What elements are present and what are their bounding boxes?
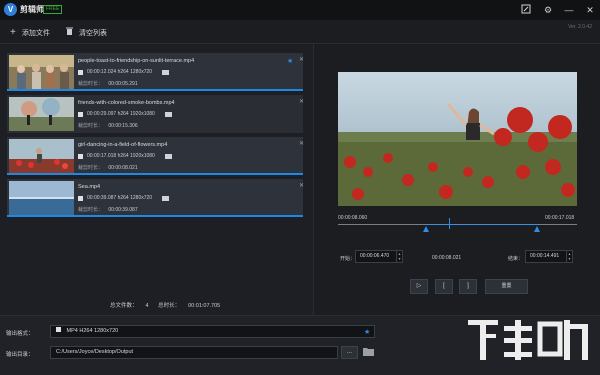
video-thumbnail bbox=[9, 139, 74, 173]
subtitle-icon[interactable] bbox=[164, 111, 172, 117]
timeline-end-time: 00:00:17.018 bbox=[545, 215, 575, 221]
clear-list-button[interactable]: 清空列表 bbox=[66, 27, 107, 38]
file-list-item[interactable]: friends-with-colored-smoke-bombs.mp4 00:… bbox=[7, 95, 304, 133]
mark-in-button[interactable]: [ bbox=[435, 279, 453, 294]
file-count-label: 总文件数： bbox=[110, 303, 138, 309]
end-time-value: 00:00:14.491 bbox=[530, 253, 560, 259]
trim-duration-label: 裁剪时长： bbox=[78, 123, 104, 129]
add-file-button[interactable]: + 添加文件 bbox=[10, 27, 50, 38]
file-list-item[interactable]: people-toast-to-friendship-on-sunlit-ter… bbox=[7, 53, 304, 91]
free-badge: FREE bbox=[43, 5, 63, 14]
browse-button[interactable]: ... bbox=[341, 346, 358, 359]
output-format-label: 输出格式： bbox=[6, 331, 34, 337]
output-dir-input[interactable]: C:/Users/Joyce/Desktop/Output bbox=[50, 346, 338, 359]
close-icon[interactable]: ✕ bbox=[584, 4, 596, 16]
app-title: 剪辑师 bbox=[20, 5, 44, 14]
output-dir-label: 输出目录： bbox=[6, 352, 34, 358]
end-label: 结束： bbox=[508, 256, 524, 262]
file-list-item[interactable]: girl-dancing-in-a-field-of-flowers.mp4 0… bbox=[7, 137, 304, 175]
remove-icon[interactable]: ✕ bbox=[299, 182, 304, 189]
trim-duration: 裁剪时长： 00:00:05.291 bbox=[78, 80, 138, 87]
start-time-field[interactable]: 00:00:06.470 ▴ ▾ bbox=[355, 250, 403, 263]
start-time-value: 00:00:06.470 bbox=[360, 253, 390, 259]
file-meta: 00:00:29.097 h264 1920x1080 bbox=[87, 111, 155, 117]
trim-duration: 裁剪时长： 00:00:39.087 bbox=[78, 206, 138, 213]
trim-duration: 裁剪时长： 00:00:15.306 bbox=[78, 122, 138, 129]
skin-icon[interactable] bbox=[520, 4, 532, 16]
video-preview[interactable] bbox=[338, 72, 577, 206]
trim-duration-label: 裁剪时长： bbox=[78, 165, 104, 171]
end-time-field[interactable]: 00:00:14.491 ▴ ▾ bbox=[525, 250, 573, 263]
trim-duration-value: 00:00:15.306 bbox=[108, 123, 138, 129]
trim-end-handle[interactable] bbox=[534, 226, 540, 232]
file-meta: 00:00:12.024 h264 1280x720 bbox=[87, 69, 153, 75]
playhead[interactable] bbox=[449, 218, 450, 229]
subtitle-icon[interactable] bbox=[164, 153, 172, 159]
file-name: Sea.mp4 bbox=[78, 184, 101, 190]
trim-duration-label: 裁剪时长： bbox=[78, 207, 104, 213]
trim-start-handle[interactable] bbox=[423, 226, 429, 232]
remove-icon[interactable]: ✕ bbox=[299, 140, 304, 147]
version-label: Ver. 2.0.42 bbox=[568, 24, 592, 30]
clear-list-label: 清空列表 bbox=[79, 29, 107, 37]
remove-icon[interactable]: ✕ bbox=[299, 98, 304, 105]
settings-gear-icon[interactable]: ⚙ bbox=[542, 4, 554, 16]
subtitle-icon[interactable] bbox=[162, 195, 170, 201]
file-count: 4 bbox=[145, 303, 149, 309]
trim-duration-value: 00:00:05.291 bbox=[108, 81, 138, 87]
add-file-label: 添加文件 bbox=[21, 29, 50, 37]
output-dir-value: C:/Users/Joyce/Desktop/Output bbox=[56, 349, 134, 355]
subtitle-icon[interactable] bbox=[162, 69, 170, 75]
timeline-start-time: 00:00:08.060 bbox=[338, 215, 368, 221]
trim-duration-label: 裁剪时长： bbox=[78, 81, 104, 87]
app-logo-icon: V bbox=[4, 3, 17, 16]
file-summary: 总文件数： 4 总时长： 00:01:07.705 bbox=[110, 301, 228, 309]
video-thumbnail bbox=[9, 97, 74, 131]
file-name: girl-dancing-in-a-field-of-flowers.mp4 bbox=[78, 142, 168, 148]
trim-duration: 裁剪时长： 00:00:08.021 bbox=[78, 164, 138, 171]
trim-duration-value: 00:00:39.087 bbox=[108, 207, 138, 213]
file-name: friends-with-colored-smoke-bombs.mp4 bbox=[78, 100, 175, 106]
play-button[interactable]: ▷ bbox=[410, 279, 428, 294]
timeline-selection bbox=[426, 224, 538, 225]
start-label: 开始： bbox=[340, 256, 356, 262]
start-time-spinner[interactable]: ▴ ▾ bbox=[396, 251, 402, 262]
video-thumbnail bbox=[9, 181, 74, 215]
format-icon bbox=[56, 327, 61, 332]
open-folder-icon[interactable] bbox=[363, 347, 374, 356]
file-info: 00:00:39.087 h264 1280x720 bbox=[78, 195, 170, 201]
plus-icon: + bbox=[10, 27, 16, 38]
checkbox[interactable] bbox=[78, 111, 83, 117]
end-time-spinner[interactable]: ▴ ▾ bbox=[566, 251, 572, 262]
mark-out-button[interactable]: ] bbox=[459, 279, 477, 294]
total-duration-label: 总时长： bbox=[158, 303, 181, 309]
file-meta: 00:00:17.018 h264 1920x1080 bbox=[87, 153, 155, 159]
file-list-item[interactable]: Sea.mp4 00:00:39.087 h264 1280x720 裁剪时长：… bbox=[7, 179, 304, 217]
trim-duration-value: 00:00:08.021 bbox=[108, 165, 138, 171]
star-icon[interactable]: ★ bbox=[287, 57, 293, 65]
checkbox[interactable] bbox=[78, 153, 83, 159]
file-name: people-toast-to-friendship-on-sunlit-ter… bbox=[78, 58, 195, 64]
video-thumbnail bbox=[9, 55, 74, 89]
total-duration: 00:01:07.705 bbox=[188, 303, 221, 309]
output-format-select[interactable]: MP4 H264 1280x720 bbox=[50, 325, 375, 338]
favorite-format-icon[interactable]: ★ bbox=[364, 328, 370, 336]
watermark-logo bbox=[464, 316, 600, 375]
remove-icon[interactable]: ✕ bbox=[299, 56, 304, 63]
current-time: 00:00:08.021 bbox=[432, 255, 462, 261]
checkbox[interactable] bbox=[78, 69, 83, 75]
minimize-icon[interactable]: — bbox=[563, 4, 575, 16]
trash-icon bbox=[66, 27, 73, 38]
file-info: 00:00:17.018 h264 1920x1080 bbox=[78, 153, 172, 159]
output-format-value: MP4 H264 1280x720 bbox=[66, 328, 119, 334]
title-bar: V 剪辑师 FREE ⚙ — ✕ bbox=[0, 0, 600, 20]
file-info: 00:00:29.097 h264 1920x1080 bbox=[78, 111, 172, 117]
checkbox[interactable] bbox=[78, 195, 83, 201]
file-info: 00:00:12.024 h264 1280x720 bbox=[78, 69, 170, 75]
file-meta: 00:00:39.087 h264 1280x720 bbox=[87, 195, 153, 201]
reset-button[interactable]: 重置 bbox=[485, 279, 528, 294]
